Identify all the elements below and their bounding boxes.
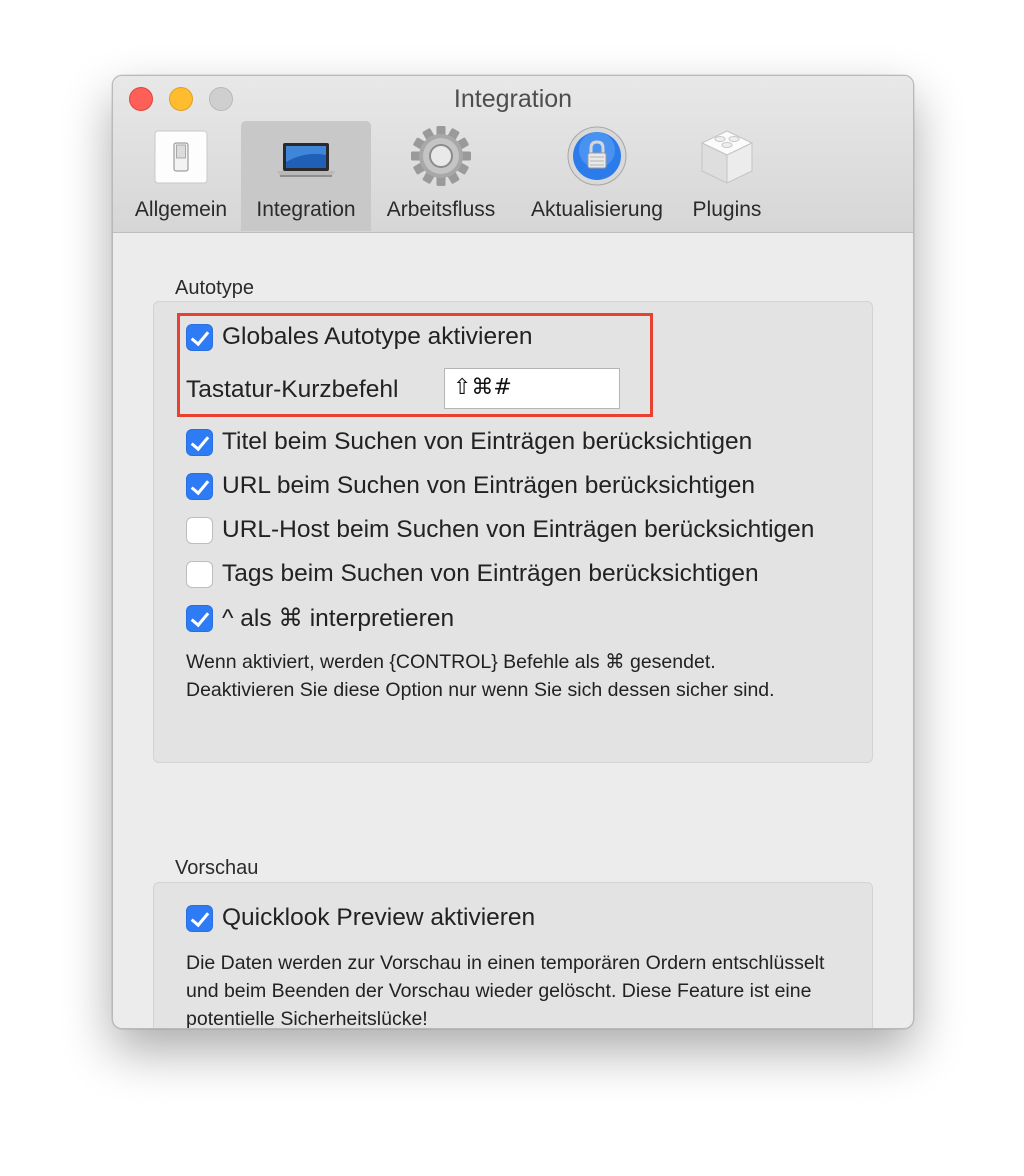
checkbox-checked-icon[interactable]: [186, 428, 213, 456]
tab-label: Plugins: [692, 198, 762, 221]
tab-aktualisierung[interactable]: Aktualisierung: [517, 121, 677, 231]
checkbox-label: Titel beim Suchen von Einträgen berücksi…: [222, 428, 753, 455]
option-control-as-command-checkbox[interactable]: ^ als ⌘ interpretieren: [186, 603, 454, 633]
plugin-block-icon: [700, 130, 754, 184]
checkbox-checked-icon[interactable]: [186, 604, 213, 632]
switch-icon: [154, 130, 208, 184]
highlight-annotation: [177, 313, 653, 417]
checkbox-unchecked-icon[interactable]: [186, 516, 213, 544]
preferences-window: Integration Allgemein Integration Arbeit…: [112, 75, 914, 1029]
tab-label: Integration: [256, 198, 356, 221]
section-label-autotype: Autotype: [175, 277, 254, 299]
tab-label: Allgemein: [134, 198, 228, 221]
section-label-preview: Vorschau: [175, 857, 259, 879]
checkbox-unchecked-icon[interactable]: [186, 560, 213, 588]
tab-plugins[interactable]: Plugins: [681, 121, 773, 231]
window-title: Integration: [453, 85, 573, 113]
preview-group: Quicklook Preview aktivieren Die Daten w…: [153, 882, 873, 1029]
gear-icon: [411, 126, 471, 186]
tab-arbeitsfluss[interactable]: Arbeitsfluss: [377, 121, 505, 231]
option-url-host-checkbox[interactable]: URL-Host beim Suchen von Einträgen berüc…: [186, 515, 842, 545]
checkbox-checked-icon[interactable]: [186, 904, 213, 932]
autotype-help-text: Wenn aktiviert, werden {CONTROL} Befehle…: [186, 651, 775, 701]
checkbox-checked-icon[interactable]: [186, 472, 213, 500]
tab-label: Aktualisierung: [531, 198, 663, 221]
titlebar: Integration Allgemein Integration Arbeit…: [113, 76, 913, 233]
option-url-checkbox[interactable]: URL beim Suchen von Einträgen berücksich…: [186, 471, 755, 501]
checkbox-label: URL beim Suchen von Einträgen berücksich…: [222, 472, 755, 499]
option-title-checkbox[interactable]: Titel beim Suchen von Einträgen berücksi…: [186, 427, 752, 457]
checkbox-label: Quicklook Preview aktivieren: [222, 904, 536, 931]
tab-integration[interactable]: Integration: [241, 121, 371, 231]
checkbox-label: ^ als ⌘ interpretieren: [222, 605, 455, 632]
tab-label: Arbeitsfluss: [386, 198, 496, 221]
laptop-icon: [277, 143, 335, 177]
option-tags-checkbox[interactable]: Tags beim Suchen von Einträgen berücksic…: [186, 559, 759, 589]
tab-allgemein[interactable]: Allgemein: [127, 121, 235, 231]
checkbox-label: Tags beim Suchen von Einträgen berücksic…: [222, 560, 759, 587]
preview-help-text: Die Daten werden zur Vorschau in einen t…: [186, 952, 825, 1029]
checkbox-label: URL-Host beim Suchen von Einträgen berüc…: [222, 516, 815, 543]
lock-update-icon: [567, 126, 627, 186]
quicklook-checkbox[interactable]: Quicklook Preview aktivieren: [186, 903, 535, 933]
